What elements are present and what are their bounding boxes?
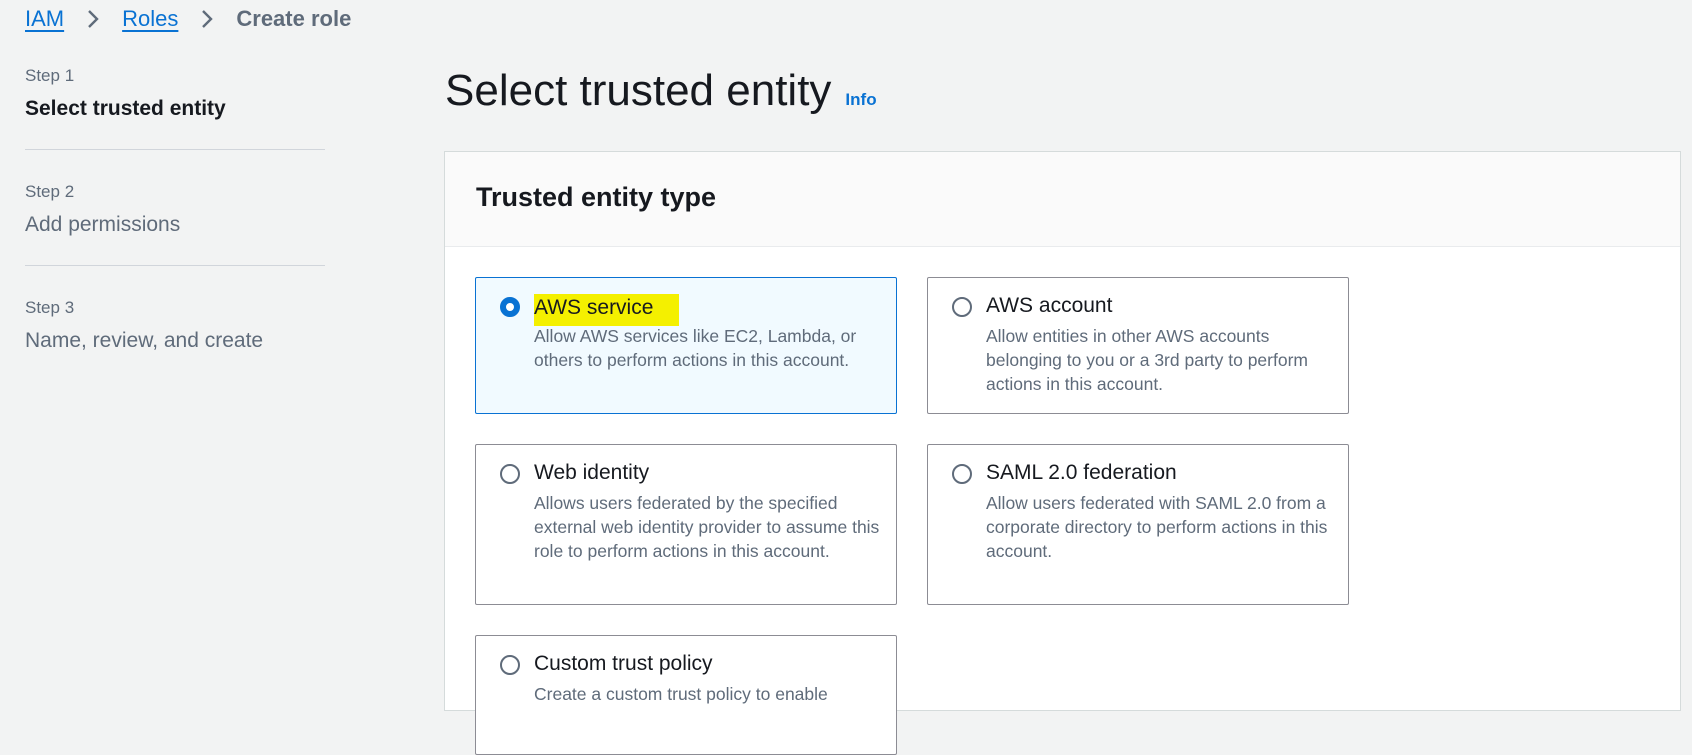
chevron-right-icon [192, 6, 222, 32]
option-title: AWS service [534, 294, 680, 326]
panel-title: Trusted entity type [476, 182, 717, 212]
radio-button[interactable] [500, 655, 520, 675]
option-aws-account[interactable]: AWS account Allow entities in other AWS … [927, 277, 1349, 414]
panel-header: Trusted entity type [445, 152, 1680, 247]
step-number: Step 1 [25, 66, 75, 85]
option-description: Allows users federated by the specified … [534, 493, 880, 561]
radio-button[interactable] [952, 464, 972, 484]
breadcrumb-iam-link[interactable]: IAM [25, 6, 64, 32]
option-description: Allow entities in other AWS accounts bel… [986, 326, 1308, 394]
wizard-step-3: Step 3 Name, review, and create [25, 298, 325, 381]
step-title: Name, review, and create [25, 329, 264, 352]
step-number: Step 3 [25, 298, 75, 317]
breadcrumb-current: Create role [236, 6, 352, 31]
option-title: AWS account [986, 294, 1113, 317]
step-title: Select trusted entity [25, 97, 226, 120]
page-header: Select trusted entity Info [445, 66, 877, 116]
option-description: Allow AWS services like EC2, Lambda, or … [534, 326, 857, 370]
chevron-right-icon [78, 6, 108, 32]
option-web-identity[interactable]: Web identity Allows users federated by t… [475, 444, 897, 605]
option-aws-service[interactable]: AWS service Allow AWS services like EC2,… [475, 277, 897, 414]
radio-button[interactable] [952, 297, 972, 317]
trusted-entity-panel: Trusted entity type AWS service Allow AW… [444, 151, 1681, 755]
option-saml-federation[interactable]: SAML 2.0 federation Allow users federate… [927, 444, 1349, 605]
option-description: Create a custom trust policy to enable [534, 684, 828, 704]
option-title: SAML 2.0 federation [986, 461, 1177, 484]
breadcrumb: IAM Roles Create role [25, 6, 351, 32]
option-description: Allow users federated with SAML 2.0 from… [986, 493, 1328, 561]
option-title: Web identity [534, 461, 650, 484]
radio-button[interactable] [500, 464, 520, 484]
wizard-step-2: Step 2 Add permissions [25, 182, 325, 266]
page-title: Select trusted entity [445, 66, 832, 115]
option-custom-trust-policy[interactable]: Custom trust policy Create a custom trus… [475, 635, 897, 755]
step-number: Step 2 [25, 182, 75, 201]
wizard-step-1: Step 1 Select trusted entity [25, 66, 325, 150]
info-link[interactable]: Info [845, 90, 876, 110]
breadcrumb-roles-link[interactable]: Roles [122, 6, 178, 32]
option-title: Custom trust policy [534, 652, 713, 675]
step-title: Add permissions [25, 213, 181, 236]
wizard-steps: Step 1 Select trusted entity Step 2 Add … [25, 66, 325, 413]
radio-button[interactable] [500, 297, 520, 317]
